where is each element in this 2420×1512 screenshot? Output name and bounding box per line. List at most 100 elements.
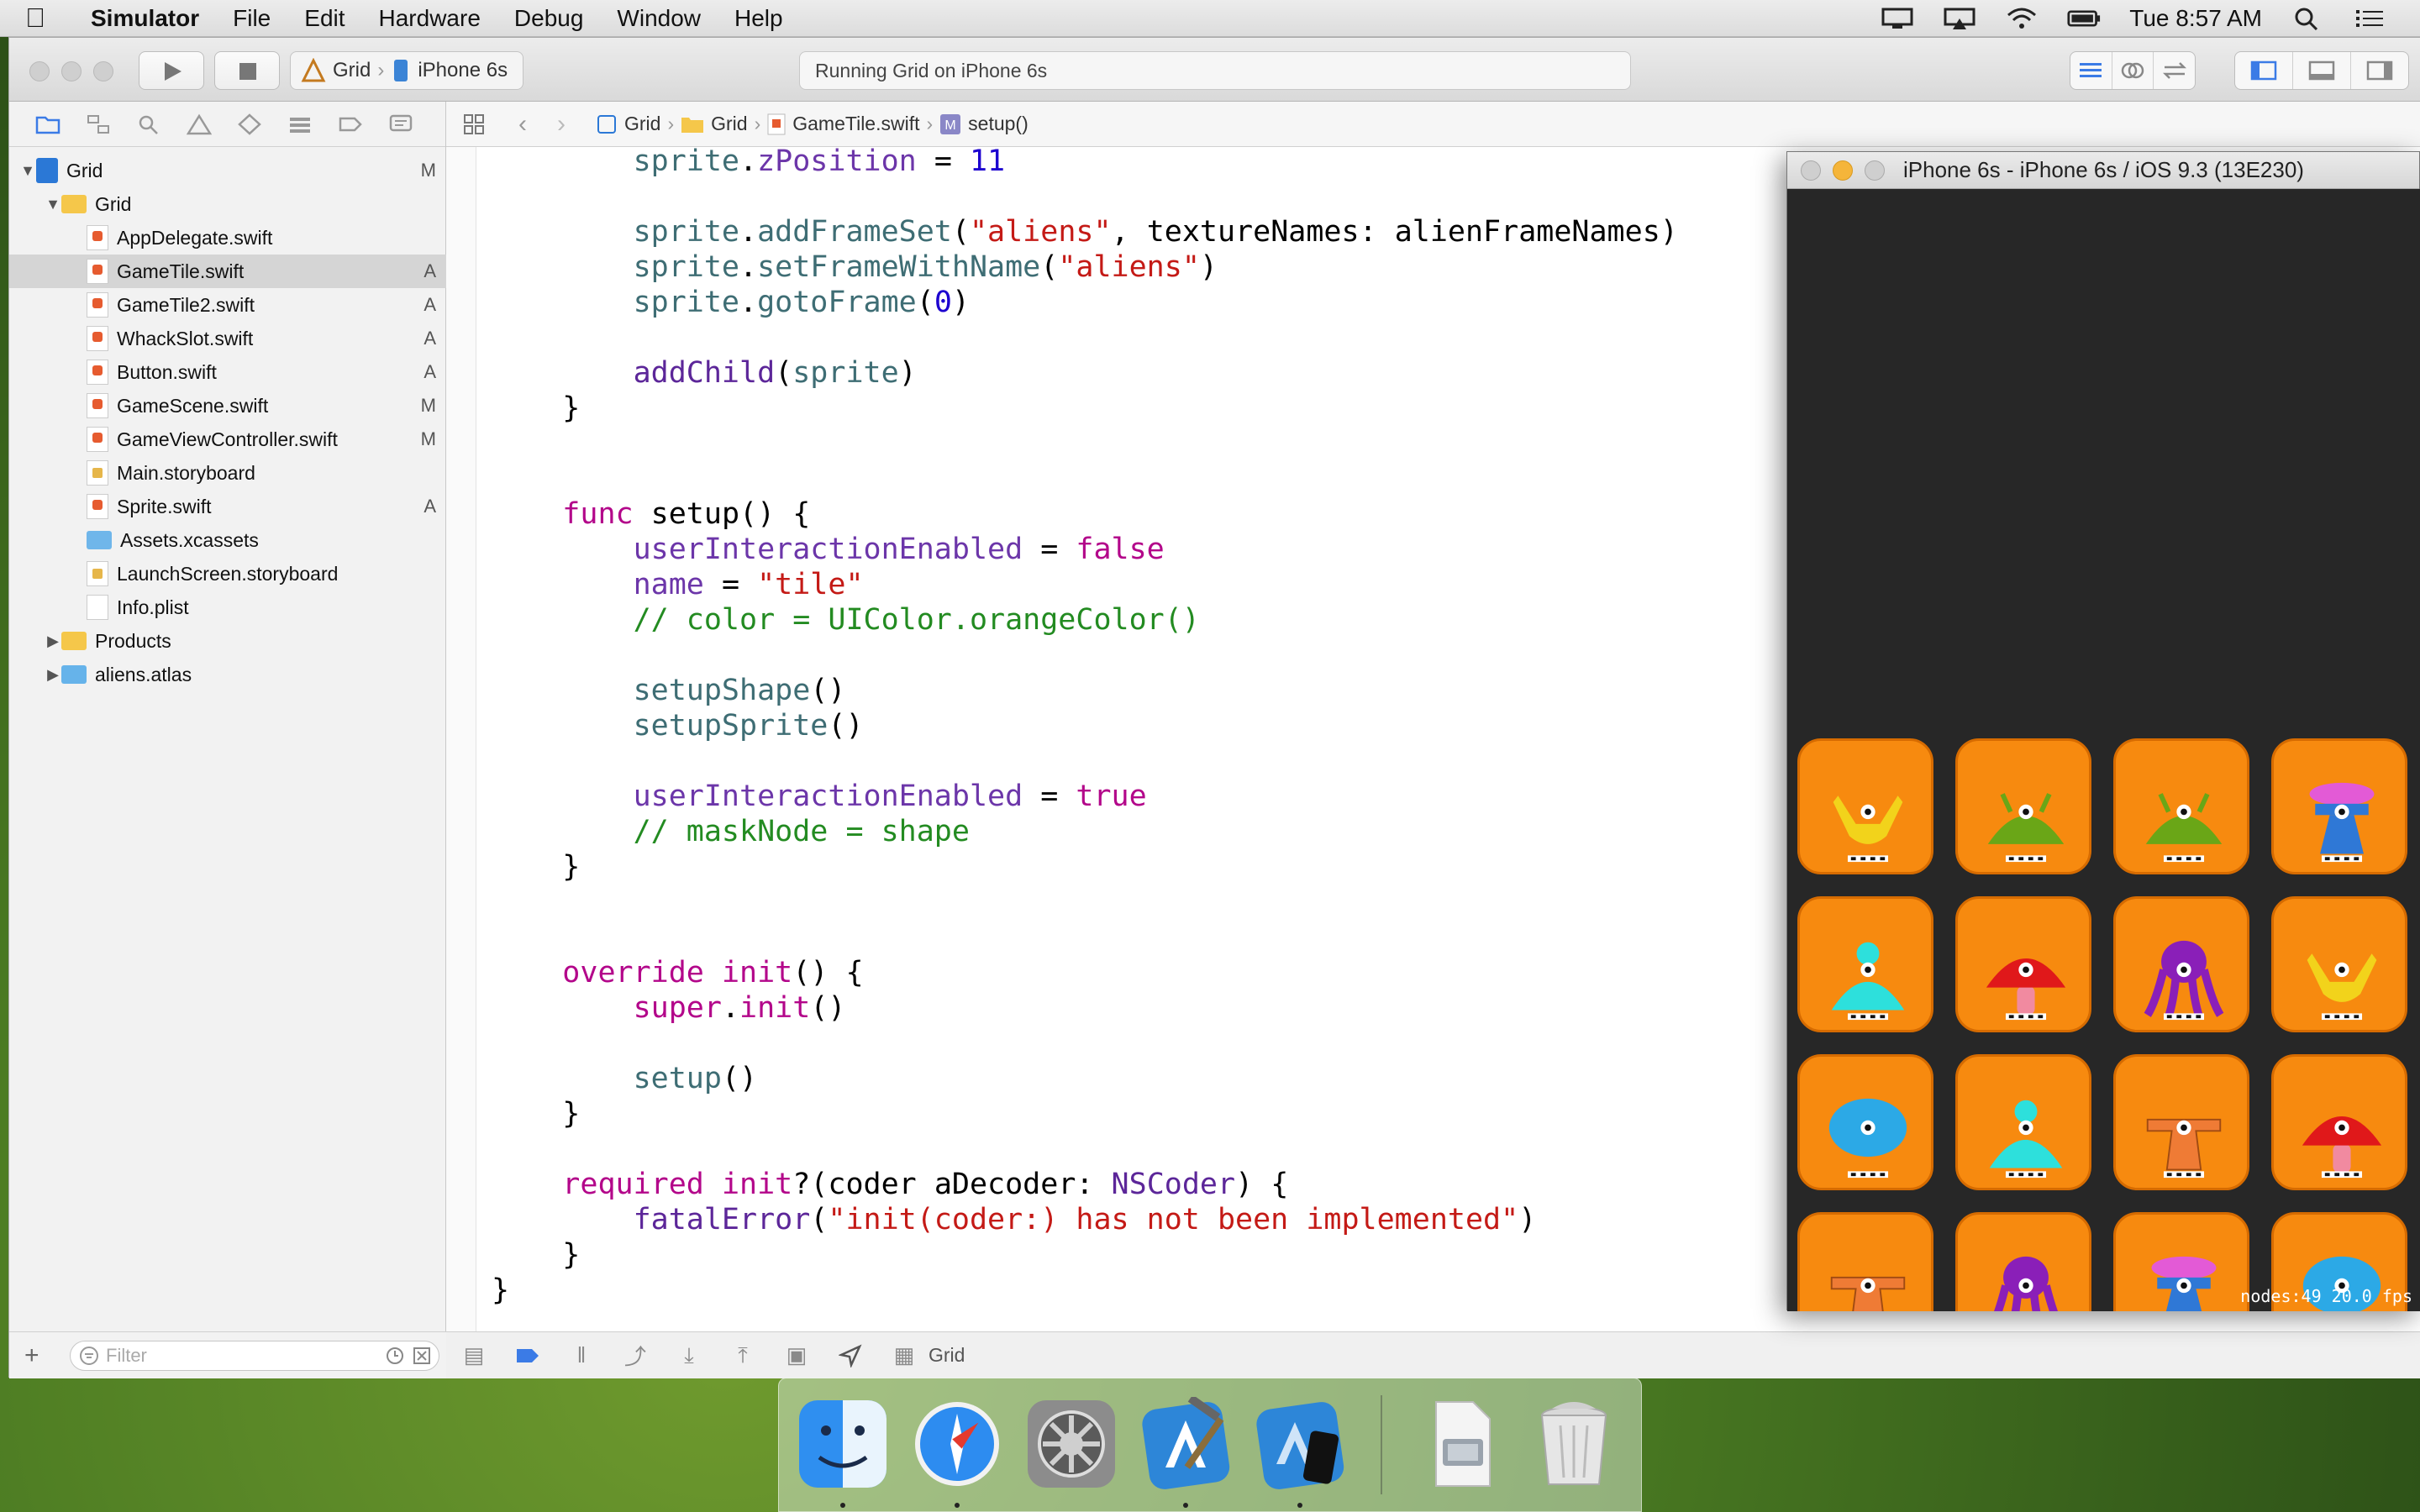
breadcrumb-file[interactable]: GameTile.swift [792, 113, 919, 135]
standard-editor-icon[interactable] [2070, 52, 2112, 89]
game-tile[interactable] [1955, 1212, 2091, 1311]
code-line[interactable]: override init() { [492, 955, 863, 990]
menu-hardware[interactable]: Hardware [379, 5, 481, 32]
add-file-button[interactable]: + [24, 1341, 58, 1370]
menu-debug[interactable]: Debug [514, 5, 584, 32]
trash-icon[interactable] [1527, 1397, 1621, 1491]
game-tile[interactable] [1955, 896, 2091, 1032]
disclosure-collapsed-icon[interactable]: ▶ [45, 633, 61, 650]
clock-icon[interactable] [385, 1346, 405, 1366]
code-line[interactable]: name = "tile" [492, 567, 864, 602]
scm-filter-icon[interactable] [412, 1346, 432, 1366]
code-line[interactable]: userInteractionEnabled = false [492, 532, 1165, 567]
breakpoints-toggle-icon[interactable] [513, 1343, 542, 1368]
wifi-icon[interactable] [2005, 7, 2039, 30]
code-line[interactable]: setupShape() [492, 673, 846, 708]
navigator-item[interactable]: Main.storyboard [9, 456, 446, 490]
spotlight-search-icon[interactable] [2291, 7, 2324, 30]
navigator-item[interactable]: Info.plist [9, 591, 446, 624]
breadcrumb-symbol[interactable]: setup() [968, 113, 1028, 135]
run-button[interactable] [139, 51, 204, 90]
report-icon[interactable] [387, 111, 414, 138]
simulator-minimize-button[interactable] [1833, 160, 1853, 181]
navigator-toggle-icon[interactable] [2235, 52, 2293, 89]
simulator-close-button[interactable] [1801, 160, 1821, 181]
window-close-button[interactable] [29, 61, 50, 81]
code-line[interactable]: setup() [492, 1061, 758, 1096]
code-line[interactable]: } [492, 1237, 580, 1273]
code-line[interactable]: required init?(coder aDecoder: NSCoder) … [492, 1167, 1288, 1202]
game-tile[interactable] [2271, 738, 2407, 874]
code-line[interactable]: sprite.gotoFrame(0) [492, 285, 970, 320]
debug-area-toggle-icon[interactable] [2293, 52, 2351, 89]
code-line[interactable]: // color = UIColor.orangeColor() [492, 602, 1200, 638]
code-line[interactable]: } [492, 391, 580, 426]
code-line[interactable]: // maskNode = shape [492, 814, 970, 849]
game-tile[interactable] [1955, 738, 2091, 874]
editor-mode-segmented-control[interactable] [2070, 51, 2196, 90]
view-debugger-icon[interactable]: ▣ [782, 1342, 811, 1368]
game-tile[interactable] [2113, 1212, 2249, 1311]
code-line[interactable]: addChild(sprite) [492, 355, 917, 391]
navigator-item[interactable]: ▶ aliens.atlas [9, 658, 446, 691]
window-zoom-button[interactable] [93, 61, 113, 81]
hide-debug-area-icon[interactable]: ▤ [460, 1342, 488, 1368]
disclosure-collapsed-icon[interactable]: ▶ [45, 666, 61, 684]
disclosure-expanded-icon[interactable]: ▼ [19, 162, 36, 180]
game-tile[interactable] [1797, 1212, 1933, 1311]
code-line[interactable]: userInteractionEnabled = true [492, 779, 1147, 814]
assistant-editor-icon[interactable] [2112, 52, 2154, 89]
version-editor-icon[interactable] [2154, 52, 2195, 89]
step-into-icon[interactable]: ⤓ [675, 1342, 703, 1368]
view-toggle-segmented-control[interactable] [2234, 51, 2409, 90]
game-tile[interactable] [1797, 738, 1933, 874]
navigator-item[interactable]: GameTile.swift A [9, 255, 446, 288]
menu-clock[interactable]: Tue 8:57 AM [2129, 5, 2262, 32]
menu-app-name[interactable]: Simulator [91, 5, 199, 32]
game-tile[interactable] [2271, 896, 2407, 1032]
navigator-item[interactable]: Button.swift A [9, 355, 446, 389]
disclosure-expanded-icon[interactable]: ▼ [45, 196, 61, 213]
search-icon[interactable] [135, 111, 162, 138]
finder-icon[interactable] [796, 1397, 890, 1491]
related-items-icon[interactable] [461, 112, 487, 137]
code-line[interactable]: } [492, 849, 580, 885]
code-line[interactable]: sprite.addFrameSet("aliens", textureName… [492, 214, 1678, 249]
navigator-item[interactable]: Sprite.swift A [9, 490, 446, 523]
code-line[interactable]: super.init() [492, 990, 846, 1026]
notification-center-icon[interactable] [2353, 7, 2386, 30]
navigator-item[interactable]: WhackSlot.swift A [9, 322, 446, 355]
location-icon[interactable] [836, 1343, 865, 1368]
navigator-item[interactable]: Assets.xcassets [9, 523, 446, 557]
code-line[interactable]: sprite.setFrameWithName("aliens") [492, 249, 1218, 285]
game-tile[interactable] [1955, 1054, 2091, 1190]
navigator-item[interactable]: GameScene.swift M [9, 389, 446, 423]
debug-navigator-icon[interactable] [287, 111, 313, 138]
window-minimize-button[interactable] [61, 61, 82, 81]
step-out-icon[interactable]: ⤒ [729, 1342, 757, 1368]
display-icon[interactable] [1881, 7, 1914, 30]
code-line[interactable]: setupSprite() [492, 708, 864, 743]
stop-button[interactable] [214, 51, 280, 90]
breakpoint-icon[interactable] [337, 111, 364, 138]
game-tile[interactable] [2113, 1054, 2249, 1190]
warning-icon[interactable] [186, 111, 213, 138]
code-line[interactable]: } [492, 1096, 580, 1131]
utilities-toggle-icon[interactable] [2351, 52, 2408, 89]
battery-icon[interactable] [2067, 7, 2101, 30]
system-preferences-icon[interactable] [1024, 1397, 1118, 1491]
apple-menu-icon[interactable]:  [25, 3, 76, 34]
safari-icon[interactable] [910, 1397, 1004, 1491]
folder-icon[interactable] [34, 111, 61, 138]
navigator-item[interactable]: ▼ Grid M [9, 154, 446, 187]
symbol-navigator-icon[interactable] [85, 111, 112, 138]
navigator-item[interactable]: ▼ Grid [9, 187, 446, 221]
navigator-item[interactable]: LaunchScreen.storyboard [9, 557, 446, 591]
menu-window[interactable]: Window [617, 5, 701, 32]
simulator-zoom-button[interactable] [1865, 160, 1885, 181]
game-tile[interactable] [1797, 1054, 1933, 1190]
xcode-icon[interactable] [1139, 1397, 1233, 1491]
code-line[interactable]: fatalError("init(coder:) has not been im… [492, 1202, 1537, 1237]
game-tile[interactable] [2113, 896, 2249, 1032]
navigator-item[interactable]: GameTile2.swift A [9, 288, 446, 322]
